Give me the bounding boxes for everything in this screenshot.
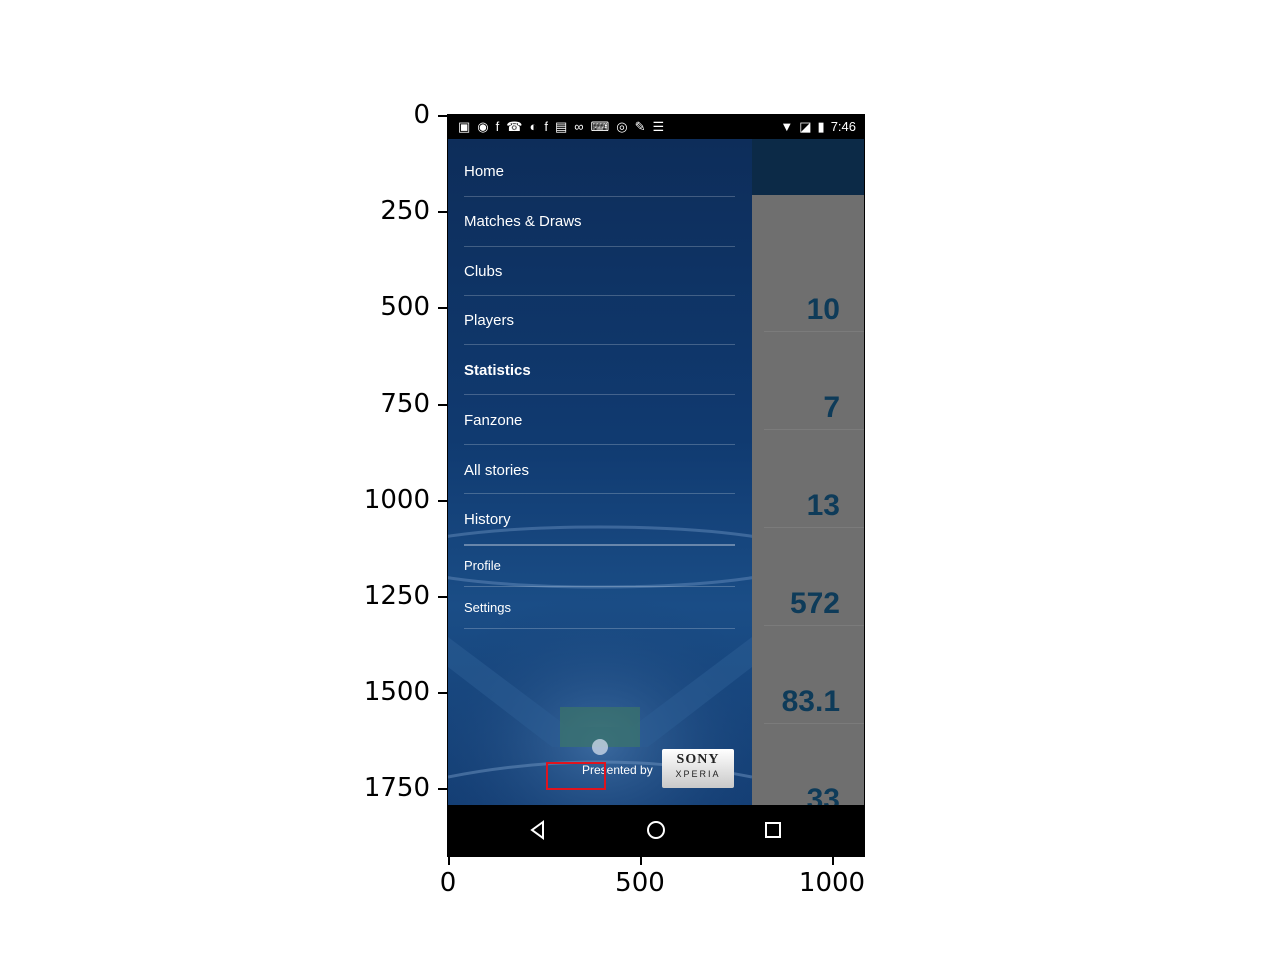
menu-item-matches-draws[interactable]: Matches & Draws: [464, 197, 735, 247]
y-tick-mark: [438, 500, 448, 502]
menu-item-all-stories[interactable]: All stories: [464, 445, 735, 494]
stat-row[interactable]: 10: [764, 233, 864, 332]
x-tick-mark: [448, 855, 450, 865]
y-tick-mark: [438, 307, 448, 309]
back-icon[interactable]: [526, 818, 550, 842]
y-tick-label: 1250: [363, 581, 430, 611]
clock: 7:46: [830, 119, 856, 134]
x-tick-label: 0: [439, 868, 457, 898]
facebook-icon: f: [544, 119, 555, 134]
home-circle-icon[interactable]: [644, 818, 668, 842]
phone-screen: ▣◉f☎◐f▤∞⌨◎✎☰ ▼ ◪ ▮ 7:46 10 7 13 572 83.1 33: [448, 115, 864, 855]
keyboard-icon: ⌨: [590, 119, 617, 134]
status-right: ▼ ◪ ▮ 7:46: [774, 119, 856, 135]
system-navigation-bar: [448, 805, 864, 855]
menu-item-history[interactable]: History: [464, 494, 735, 546]
tools-icon: ✎: [634, 119, 653, 134]
notification-icons: ▣◉f☎◐f▤∞⌨◎✎☰: [458, 119, 671, 135]
y-tick-label: 750: [380, 389, 430, 419]
chat-icon: ▣: [458, 119, 478, 134]
highlight-box: [546, 762, 606, 790]
x-tick-label: 1000: [798, 868, 866, 898]
y-tick-label: 1000: [363, 485, 430, 515]
y-tick-mark: [438, 404, 448, 406]
status-bar: ▣◉f☎◐f▤∞⌨◎✎☰ ▼ ◪ ▮ 7:46: [448, 115, 864, 139]
link-icon: ∞: [574, 119, 591, 134]
stat-row[interactable]: 83.1: [764, 625, 864, 724]
compass-icon: ◎: [616, 119, 635, 134]
x-tick-mark: [640, 855, 642, 865]
y-tick-mark: [438, 115, 448, 117]
y-tick-mark: [438, 596, 448, 598]
settings-icon: ☰: [652, 119, 672, 134]
y-tick-mark: [438, 788, 448, 790]
y-tick-label: 0: [413, 100, 430, 130]
sponsor-brand: SONY: [676, 752, 720, 767]
menu-item-home[interactable]: Home: [464, 149, 735, 197]
menu-item-settings[interactable]: Settings: [464, 587, 735, 629]
stat-value: 572: [789, 587, 840, 620]
y-tick-mark: [438, 211, 448, 213]
messenger-icon: ◉: [477, 119, 496, 134]
stat-value: 10: [806, 293, 840, 326]
menu-item-fanzone[interactable]: Fanzone: [464, 395, 735, 445]
y-tick-label: 500: [380, 292, 430, 322]
menu-item-players[interactable]: Players: [464, 296, 735, 345]
plot-spine-bottom: [447, 855, 865, 857]
menu-item-profile[interactable]: Profile: [464, 546, 735, 587]
x-tick-mark: [832, 855, 834, 865]
y-tick-label: 1500: [363, 677, 430, 707]
news-icon: ▤: [554, 119, 575, 134]
navigation-drawer: Home Matches & Draws Clubs Players Stati…: [448, 139, 752, 805]
phone-icon: ☎: [506, 119, 530, 134]
menu-item-clubs[interactable]: Clubs: [464, 247, 735, 296]
wifi-icon: ▼: [780, 119, 794, 134]
y-tick-label: 250: [380, 196, 430, 226]
facebook-icon: f: [495, 119, 507, 134]
y-tick-mark: [438, 692, 448, 694]
y-tick-label: 1750: [363, 773, 430, 803]
sponsor-logo[interactable]: SONY XPERIA: [662, 749, 734, 788]
menu-item-statistics[interactable]: Statistics: [464, 345, 735, 395]
stat-row[interactable]: 7: [764, 331, 864, 430]
stat-row[interactable]: 13: [764, 429, 864, 528]
stat-value: 7: [823, 391, 840, 424]
moon-icon: ◐: [529, 119, 545, 134]
battery-icon: ▮: [817, 119, 825, 134]
stat-value: 83.1: [781, 685, 840, 718]
recents-square-icon[interactable]: [761, 818, 785, 842]
x-tick-label: 500: [615, 868, 665, 898]
stat-row[interactable]: 572: [764, 527, 864, 626]
no-signal-icon: ◪: [799, 119, 812, 134]
sponsor-sub: XPERIA: [675, 769, 721, 779]
stat-value: 13: [806, 489, 840, 522]
